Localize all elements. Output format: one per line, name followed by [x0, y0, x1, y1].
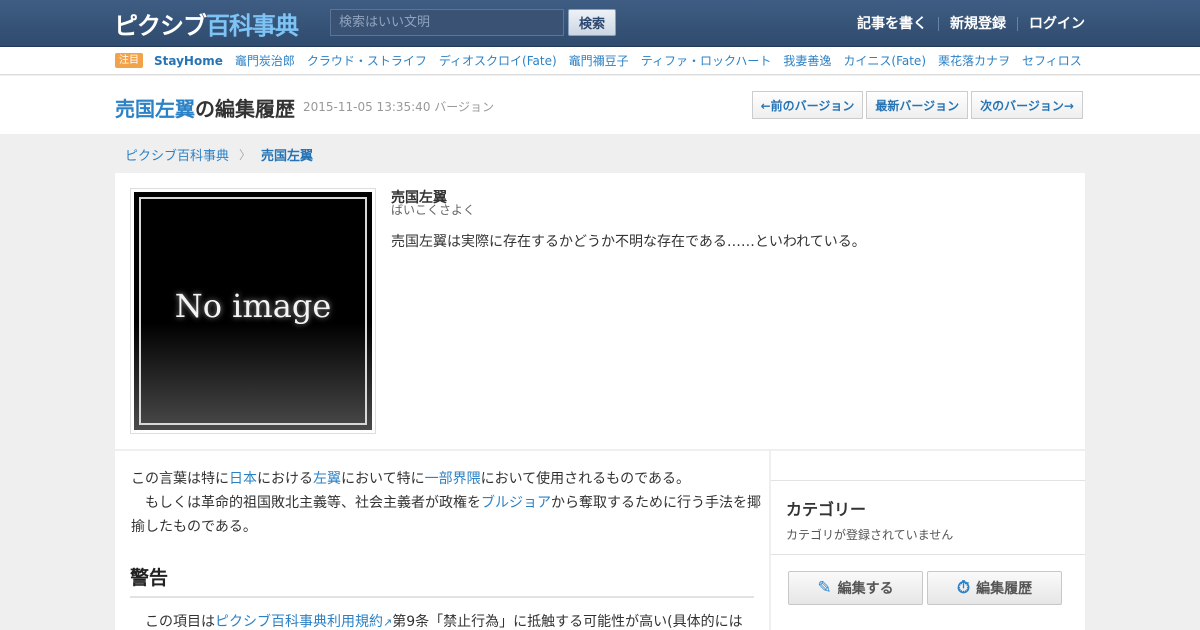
version-nav: ←前のバージョン 最新バージョン 次のバージョン→ — [749, 91, 1083, 119]
logo-part1: ピクシブ — [114, 11, 207, 40]
trending-item[interactable]: ディオスクロイ(Fate) — [439, 52, 557, 69]
trending-item[interactable]: 栗花落カナヲ — [938, 52, 1010, 69]
text-span: において使用されるものである。 — [480, 471, 691, 487]
article-body: この言葉は特に日本における左翼において特に一部界隈において使用されるものである。… — [115, 451, 769, 630]
trending-item[interactable]: StayHome — [154, 54, 223, 68]
trending-item[interactable]: クラウド・ストライフ — [307, 52, 427, 69]
article-thumbnail: No image — [130, 188, 376, 434]
page-title: 売国左翼の編集履歴 — [115, 93, 295, 122]
link-bourgeois[interactable]: ブルジョア — [481, 495, 551, 511]
text-span: この項目は — [145, 614, 215, 630]
edit-button[interactable]: ✎ 編集する — [788, 571, 923, 605]
article-intro: この言葉は特に日本における左翼において特に一部界隈において使用されるものである。… — [131, 467, 761, 539]
breadcrumb-current[interactable]: 売国左翼 — [261, 145, 313, 164]
prev-version-button[interactable]: ←前のバージョン — [751, 91, 864, 119]
link-japan[interactable]: 日本 — [229, 471, 257, 487]
site-logo[interactable]: ピクシブ 百科事典 — [114, 8, 299, 40]
text-span: における — [257, 471, 313, 487]
version-timestamp: 2015-11-05 13:35:40 バージョン — [303, 100, 495, 114]
signup-link[interactable]: 新規登録 — [938, 16, 1017, 31]
article-header-card: No image 売国左翼 ばいこくさよく 売国左翼は実際に存在するかどうか不明… — [115, 173, 1085, 449]
article-summary: 売国左翼は実際に存在するかどうか不明な存在である……といわれている。 — [391, 234, 866, 250]
sidebar-divider — [771, 554, 1085, 555]
title-bar: 売国左翼の編集履歴 2015-11-05 13:35:40 バージョン ←前のバ… — [0, 76, 1200, 134]
edit-button-label: 編集する — [837, 581, 894, 597]
logo-part2: 百科事典 — [206, 11, 299, 40]
no-image-text: No image — [174, 287, 332, 325]
trending-badge: 注目 — [115, 53, 143, 68]
login-link[interactable]: ログイン — [1017, 16, 1085, 31]
breadcrumb: ピクシブ百科事典 〉 売国左翼 — [125, 145, 313, 164]
trending-item[interactable]: ティファ・ロックハート — [641, 52, 772, 69]
sidebar-top-strip — [771, 451, 1085, 481]
site-header: ピクシブ百科事典 検索 記事を書く 新規登録 ログイン — [0, 0, 1200, 47]
stopwatch-icon: ⏱ — [956, 578, 971, 598]
section-heading-warning: 警告 — [130, 563, 754, 598]
text-span: もしくは革命的祖国敗北主義等、社会主義者が政権を — [131, 495, 481, 511]
search-button[interactable]: 検索 — [568, 9, 616, 36]
category-empty-text: カテゴリが登録されていません — [786, 528, 954, 542]
link-left-wing[interactable]: 左翼 — [313, 471, 341, 487]
text-span: 第9条「禁止行為」に抵触する可能性が高い(具体的には — [392, 614, 743, 630]
trending-item[interactable]: 我妻善逸 — [783, 52, 831, 69]
header-nav: 記事を書く 新規登録 ログイン — [846, 0, 1085, 47]
warning-text: この項目はピクシブ百科事典利用規約↗第9条「禁止行為」に抵触する可能性が高い(具… — [145, 611, 765, 630]
text-span: この言葉は特に — [131, 471, 229, 487]
page-title-suffix: の編集履歴 — [195, 97, 295, 121]
text-span: において特に — [341, 471, 425, 487]
latest-version-button[interactable]: 最新バージョン — [866, 91, 969, 119]
article-title-link[interactable]: 売国左翼 — [115, 97, 195, 121]
category-title: カテゴリー — [786, 500, 867, 519]
external-link-icon: ↗ — [383, 616, 393, 629]
breadcrumb-root[interactable]: ピクシブ百科事典 — [125, 145, 229, 164]
no-image-placeholder: No image — [134, 192, 372, 430]
trending-item[interactable]: カイニス(Fate) — [843, 52, 926, 69]
edit-history-label: 編集履歴 — [976, 581, 1033, 597]
write-article-link[interactable]: 記事を書く — [846, 17, 938, 31]
edit-history-button[interactable]: ⏱ 編集履歴 — [927, 571, 1062, 605]
trending-item[interactable]: 竈門炭治郎 — [235, 52, 295, 69]
terms-link[interactable]: ピクシブ百科事典利用規約 — [215, 614, 383, 630]
article-reading: ばいこくさよく — [391, 203, 476, 217]
trending-item[interactable]: セフィロス — [1022, 52, 1082, 69]
breadcrumb-separator: 〉 — [239, 148, 252, 162]
search-input[interactable] — [330, 9, 564, 36]
next-version-button[interactable]: 次のバージョン→ — [971, 91, 1083, 119]
trending-bar: 注目 StayHome 竈門炭治郎 クラウド・ストライフ ディオスクロイ(Fat… — [0, 47, 1200, 75]
sidebar: カテゴリー カテゴリが登録されていません ✎ 編集する ⏱ 編集履歴 — [771, 451, 1085, 630]
trending-item[interactable]: 竈門禰豆子 — [569, 52, 629, 69]
pencil-icon: ✎ — [817, 578, 832, 598]
link-some-circles[interactable]: 一部界隈 — [425, 471, 481, 487]
